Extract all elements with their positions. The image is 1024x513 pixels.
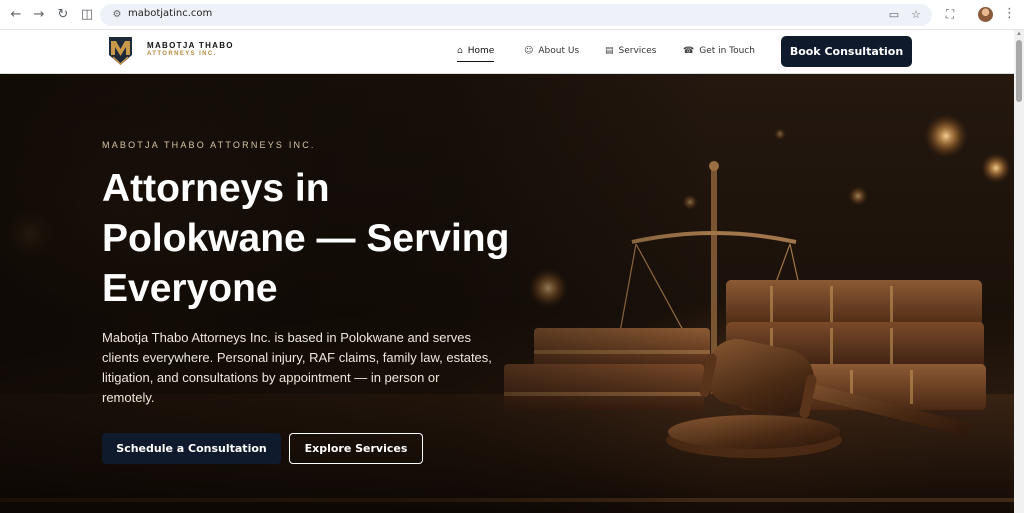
site-info-icon[interactable]: ⚙	[110, 8, 124, 22]
nav-about-us[interactable]: ☺ About Us	[524, 43, 579, 59]
back-icon[interactable]: ←	[8, 7, 24, 23]
page-scrollbar[interactable]: ▲	[1014, 30, 1024, 513]
puzzle-icon[interactable]: ⛶	[942, 6, 958, 22]
kebab-menu-icon[interactable]: ⋮	[1003, 6, 1016, 22]
nav-home[interactable]: ⌂ Home	[457, 43, 495, 62]
explore-services-button[interactable]: Explore Services	[289, 433, 423, 464]
hero-headline: Attorneys in Polokwane — Serving Everyon…	[102, 164, 572, 314]
schedule-consultation-button[interactable]: Schedule a Consultation	[102, 433, 281, 464]
scroll-up-icon[interactable]: ▲	[1016, 31, 1022, 37]
headline-line-3: Everyone	[102, 267, 278, 310]
nav-contact-label: Get in Touch	[699, 46, 756, 56]
site-header: MABOTJA THABO ATTORNEYS INC. ⌂ Home ☺ Ab…	[0, 30, 1014, 74]
home-icon: ⌂	[457, 46, 463, 56]
reading-mode-icon[interactable]: ◫	[79, 7, 95, 23]
headline-line-1: Attorneys in	[102, 167, 330, 210]
address-bar[interactable]: ⚙ mabotjatinc.com ▭ ☆	[100, 4, 932, 26]
briefcase-icon: ▤	[605, 46, 614, 56]
nav-services-label: Services	[618, 46, 657, 56]
logo-wordmark[interactable]: MABOTJA THABO	[147, 41, 234, 50]
star-icon[interactable]: ☆	[908, 7, 924, 23]
nav-get-in-touch[interactable]: ☎ Get in Touch	[683, 43, 755, 59]
forward-icon[interactable]: →	[31, 7, 47, 23]
nav-services[interactable]: ▤ Services	[605, 43, 656, 59]
logo-subtitle: ATTORNEYS INC.	[147, 51, 217, 57]
reload-icon[interactable]: ↻	[55, 7, 71, 23]
nav-about-label: About Us	[538, 46, 580, 56]
people-icon: ☺	[524, 46, 534, 56]
browser-toolbar: ← → ↻ ◫ ⚙ mabotjatinc.com ▭ ☆ ⛶ ⋮	[0, 0, 1024, 30]
url-text[interactable]: mabotjatinc.com	[128, 8, 212, 19]
scrollbar-thumb[interactable]	[1016, 40, 1022, 102]
firm-logo[interactable]	[107, 35, 134, 67]
hero-section: MABOTJA THABO ATTORNEYS INC. Attorneys i…	[0, 74, 1014, 513]
hero-eyebrow: MABOTJA THABO ATTORNEYS INC.	[102, 140, 316, 150]
book-consultation-button[interactable]: Book Consultation	[781, 36, 912, 67]
phone-icon: ☎	[683, 46, 695, 56]
headline-line-2: Polokwane — Serving	[102, 217, 510, 260]
nav-home-label: Home	[467, 46, 495, 56]
install-app-icon[interactable]: ▭	[886, 7, 902, 23]
profile-avatar[interactable]	[978, 7, 993, 22]
hero-description: Mabotja Thabo Attorneys Inc. is based in…	[102, 330, 492, 405]
